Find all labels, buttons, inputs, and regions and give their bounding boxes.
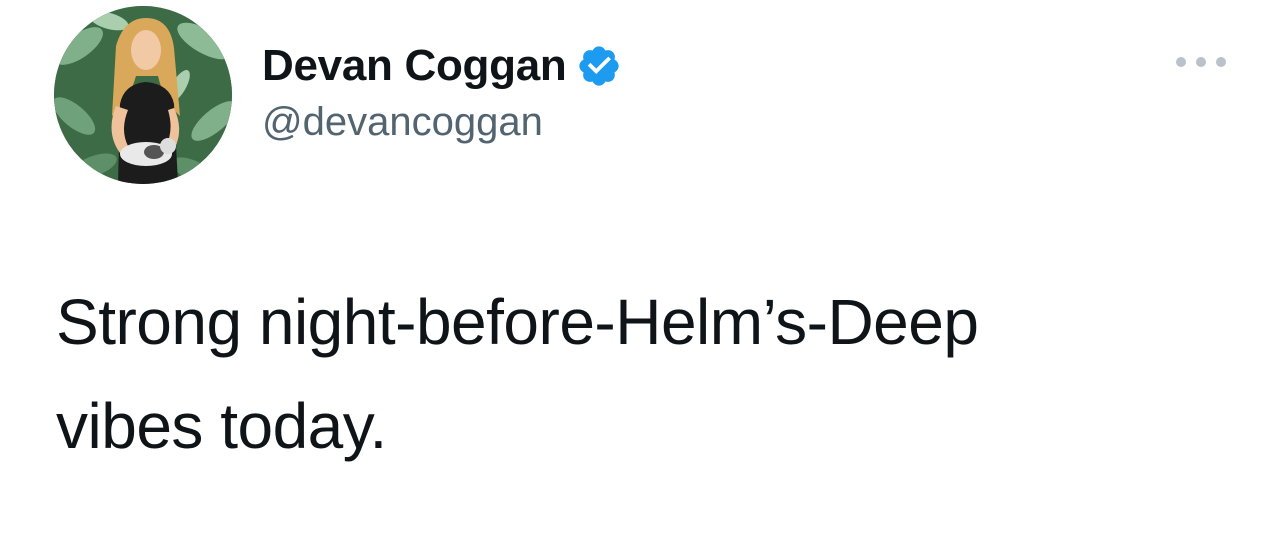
author-name-row: Devan Coggan [262,36,622,96]
more-options-icon[interactable] [1176,50,1226,74]
profile-photo-icon [54,6,232,184]
more-dot [1196,57,1206,67]
display-name[interactable]: Devan Coggan [262,41,567,91]
verified-badge-icon [576,43,622,89]
tweet-text-line: vibes today. [56,390,387,462]
more-dot [1216,57,1226,67]
more-dot [1176,57,1186,67]
user-handle[interactable]: @devancoggan [262,100,543,145]
tweet-text: Strong night-before-Helm’s-Deep vibes to… [56,270,1236,478]
tweet-card: Devan Coggan @devancoggan Strong night-b… [0,0,1284,547]
tweet-text-line: Strong night-before-Helm’s-Deep [56,286,979,358]
avatar[interactable] [54,6,232,184]
